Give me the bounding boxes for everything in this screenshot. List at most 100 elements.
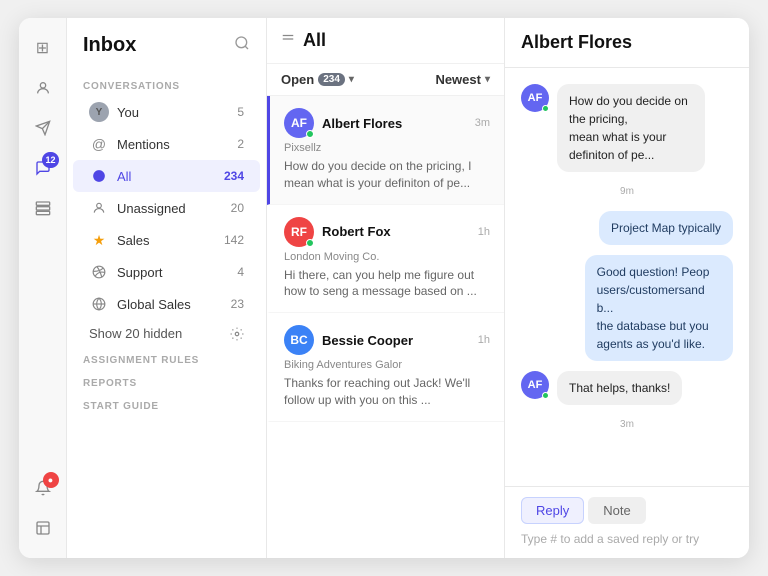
message-row-m1: AF How do you decide on the pricing,mean… — [521, 84, 733, 172]
support-icon — [89, 262, 109, 282]
global-sales-count: 23 — [231, 297, 244, 311]
sort-label: Newest — [435, 72, 481, 87]
sidebar-item-all[interactable]: All 234 — [73, 160, 260, 192]
conv-list-title: All — [303, 30, 490, 51]
msg-online-dot — [542, 105, 549, 112]
chat-icon[interactable]: 12 — [25, 150, 61, 186]
contact-icon[interactable] — [25, 70, 61, 106]
layers-icon[interactable] — [25, 190, 61, 226]
sidebar-item-sales[interactable]: ★ Sales 142 — [73, 224, 260, 256]
albert-avatar: AF — [284, 108, 314, 138]
unassigned-label: Unassigned — [117, 201, 223, 216]
sales-count: 142 — [224, 233, 244, 247]
grid-icon[interactable]: ⊞ — [25, 30, 61, 66]
albert-time: 3m — [475, 117, 490, 129]
robert-name: Robert Fox — [322, 224, 470, 239]
status-filter[interactable]: Open 234 ▾ — [281, 72, 354, 87]
conv-item-albert[interactable]: AF Albert Flores 3m Pixsellz How do you … — [267, 96, 504, 205]
book-icon[interactable] — [25, 510, 61, 546]
global-sales-icon — [89, 294, 109, 314]
albert-preview: How do you decide on the pricing, I mean… — [284, 158, 490, 192]
global-sales-label: Global Sales — [117, 297, 223, 312]
you-count: 5 — [237, 105, 244, 119]
albert-name: Albert Flores — [322, 116, 467, 131]
sort-filter[interactable]: Newest ▾ — [435, 72, 490, 87]
online-indicator — [306, 130, 314, 138]
msg-time-3m: 3m — [521, 419, 733, 430]
you-label: You — [117, 105, 229, 120]
message-row-m2: Project Map typically — [521, 211, 733, 245]
reply-tabs: Reply Note — [521, 497, 733, 524]
settings-icon — [230, 327, 244, 341]
all-label: All — [117, 169, 216, 184]
sidebar-item-global-sales[interactable]: Global Sales 23 — [73, 288, 260, 320]
reply-tab-button[interactable]: Reply — [521, 497, 584, 524]
show-hidden-button[interactable]: Show 20 hidden — [73, 320, 260, 347]
albert-company: Pixsellz — [284, 142, 490, 154]
conv-item-header: AF Albert Flores 3m — [284, 108, 490, 138]
conversation-list: All Open 234 ▾ Newest ▾ AF Albert Flores… — [267, 18, 505, 558]
robert-preview: Hi there, can you help me figure out how… — [284, 267, 490, 301]
reply-input-hint[interactable]: Type # to add a saved reply or try — [521, 532, 733, 546]
bell-icon[interactable]: ● — [25, 470, 61, 506]
icon-bar: ⊞ 12 ● — [19, 18, 67, 558]
status-label: Open — [281, 72, 314, 87]
message-bubble-m2: Project Map typically — [599, 211, 733, 245]
conv-item-bessie[interactable]: BC Bessie Cooper 1h Biking Adventures Ga… — [267, 313, 504, 422]
sidebar: Inbox CONVERSATIONS Y You 5 @ Mentions 2… — [67, 18, 267, 558]
bessie-time: 1h — [478, 334, 490, 346]
hamburger-icon[interactable] — [281, 32, 295, 49]
sidebar-header: Inbox — [67, 34, 266, 73]
all-count: 234 — [224, 169, 244, 183]
send-icon[interactable] — [25, 110, 61, 146]
message-bubble-m4: That helps, thanks! — [557, 371, 682, 405]
reports-label: REPORTS — [67, 370, 266, 393]
sort-chevron: ▾ — [485, 74, 490, 85]
message-row-m4: AF That helps, thanks! — [521, 371, 733, 405]
sidebar-item-you[interactable]: Y You 5 — [73, 96, 260, 128]
start-guide-label: START GUIDE — [67, 393, 266, 416]
message-bubble-m3: Good question! Peopusers/customersand b.… — [585, 255, 733, 361]
conv-item-robert[interactable]: RF Robert Fox 1h London Moving Co. Hi th… — [267, 205, 504, 314]
chat-messages: AF How do you decide on the pricing,mean… — [505, 68, 749, 486]
you-avatar: Y — [89, 102, 109, 122]
bessie-name: Bessie Cooper — [322, 333, 470, 348]
sidebar-item-unassigned[interactable]: Unassigned 20 — [73, 192, 260, 224]
mentions-icon: @ — [89, 134, 109, 154]
open-count-badge: 234 — [318, 73, 345, 86]
msg-avatar-albert-2: AF — [521, 371, 549, 399]
msg-avatar-albert: AF — [521, 84, 549, 112]
chat-title: Albert Flores — [505, 18, 749, 68]
msg-online-dot-2 — [542, 392, 549, 399]
search-icon[interactable] — [234, 35, 250, 56]
robert-avatar: RF — [284, 217, 314, 247]
chat-badge: 12 — [42, 152, 58, 168]
bell-badge: ● — [43, 472, 59, 488]
sales-label: Sales — [117, 233, 216, 248]
sidebar-item-support[interactable]: Support 4 — [73, 256, 260, 288]
unassigned-count: 20 — [231, 201, 244, 215]
conv-list-header: All — [267, 18, 504, 64]
assignment-rules-label: ASSIGNMENT RULES — [67, 347, 266, 370]
reply-bar: Reply Note Type # to add a saved reply o… — [505, 486, 749, 558]
msg-time-9m: 9m — [521, 186, 733, 197]
conv-item-header-robert: RF Robert Fox 1h — [284, 217, 490, 247]
support-count: 4 — [237, 265, 244, 279]
all-icon — [89, 166, 109, 186]
conversations-section-label: CONVERSATIONS — [67, 73, 266, 96]
bessie-company: Biking Adventures Galor — [284, 359, 490, 371]
support-label: Support — [117, 265, 229, 280]
message-bubble-m1: How do you decide on the pricing,mean wh… — [557, 84, 705, 172]
mentions-label: Mentions — [117, 137, 229, 152]
conv-item-header-bessie: BC Bessie Cooper 1h — [284, 325, 490, 355]
mentions-count: 2 — [237, 137, 244, 151]
online-indicator — [306, 239, 314, 247]
app-container: ⊞ 12 ● Inbox CONVERSATIONS — [19, 18, 749, 558]
chat-panel: Albert Flores AF How do you decide on th… — [505, 18, 749, 558]
robert-time: 1h — [478, 226, 490, 238]
sidebar-title: Inbox — [83, 34, 136, 57]
robert-company: London Moving Co. — [284, 251, 490, 263]
sidebar-item-mentions[interactable]: @ Mentions 2 — [73, 128, 260, 160]
bessie-avatar: BC — [284, 325, 314, 355]
note-tab-button[interactable]: Note — [588, 497, 645, 524]
